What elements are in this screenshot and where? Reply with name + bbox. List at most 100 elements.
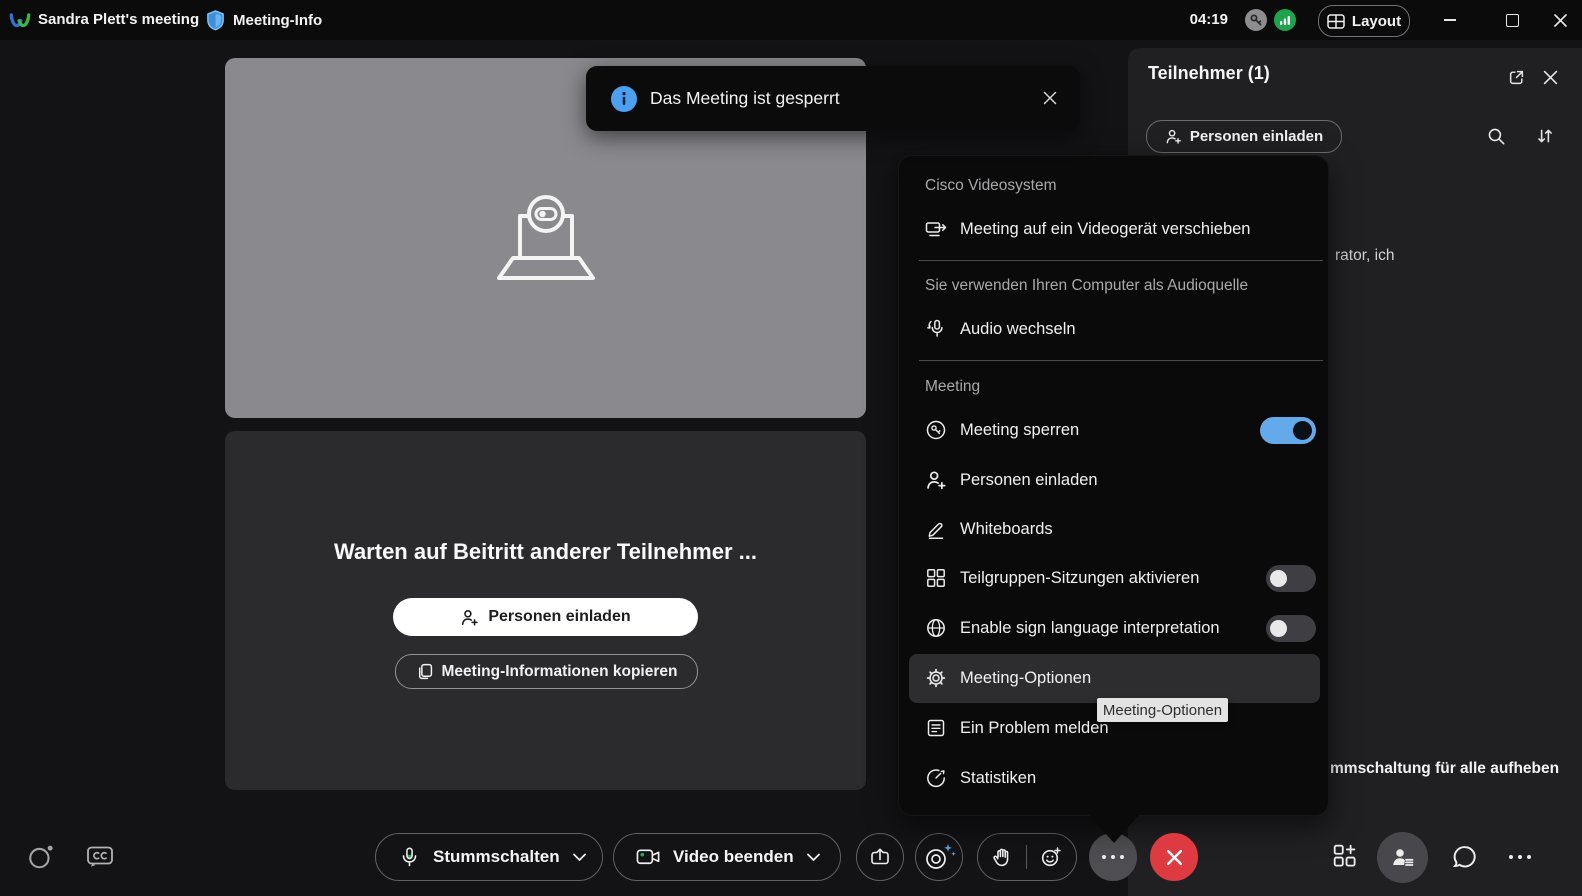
closed-captions-button[interactable] [84,841,116,873]
menu-item-label: Ein Problem melden [960,704,1109,753]
meeting-title: Sandra Plett's meeting [38,0,199,40]
maximize-button[interactable] [1490,0,1534,40]
menu-item-breakout-sessions[interactable]: Teilgruppen-Sitzungen aktivieren [909,554,1320,603]
menu-item-invite-people[interactable]: Personen einladen [909,456,1320,505]
raise-hand-icon[interactable] [992,847,1012,868]
menu-section-meeting: Meeting [925,378,980,396]
menu-item-label: Whiteboards [960,505,1053,554]
lock-key-icon [925,419,947,441]
minimize-button[interactable] [1428,0,1472,40]
panel-invite-button[interactable]: Personen einladen [1146,120,1342,153]
menu-item-label: Statistiken [960,754,1036,803]
copy-meeting-info-button[interactable]: Meeting-Informationen kopieren [395,654,698,689]
webex-assistant-button[interactable] [25,841,57,873]
layout-button[interactable]: Layout [1318,5,1410,37]
person-add-icon [925,469,947,491]
titlebar: Sandra Plett's meeting Meeting-Info 04:1… [0,0,1582,40]
shield-icon [206,10,225,31]
menu-item-label: Meeting sperren [960,406,1079,455]
chevron-down-icon [807,853,820,862]
menu-item-meeting-options[interactable]: Meeting-Optionen [909,654,1320,703]
invite-people-button[interactable]: Personen einladen [393,598,698,636]
invite-people-label: Personen einladen [488,608,630,626]
menu-item-statistics[interactable]: Statistiken [909,754,1320,803]
sign-language-toggle[interactable] [1266,615,1316,642]
participants-panel-title: Teilnehmer (1) [1148,63,1270,84]
close-icon [1543,70,1558,85]
menu-item-label: Teilgruppen-Sitzungen aktivieren [960,554,1199,603]
move-to-device-icon [925,218,947,240]
switch-audio-icon [925,318,947,340]
close-icon [1166,849,1183,866]
menu-pointer-arrow [1089,815,1139,843]
menu-divider [919,360,1323,361]
participants-icon [1390,845,1416,871]
layout-grid-icon [1327,14,1345,29]
more-dots-icon [1102,855,1124,859]
panel-search-button[interactable] [1485,125,1507,147]
share-screen-button[interactable] [856,833,904,881]
sort-arrows-icon [1536,127,1554,145]
share-screen-icon [869,847,891,867]
menu-item-lock-meeting[interactable]: Meeting sperren [909,406,1320,455]
panel-sort-button[interactable] [1534,125,1556,147]
reactions-button-group [977,833,1077,881]
copy-icon [416,663,433,680]
lock-meeting-toggle[interactable] [1260,417,1316,444]
participants-toggle-button[interactable] [1377,832,1428,883]
more-panels-button[interactable] [1504,841,1536,873]
chat-button[interactable] [1449,841,1481,873]
divider [1026,845,1027,869]
meeting-info-button[interactable]: Meeting-Info [206,0,322,40]
menu-item-label: Enable sign language interpretation [960,604,1220,653]
chat-bubble-icon [1451,843,1479,871]
participant-row-fragment: rator, ich [1335,247,1394,265]
sparkle-icon [944,844,952,852]
reactions-smiley-icon[interactable] [1040,846,1062,868]
sparkle-icon [951,852,956,857]
chevron-down-icon [573,853,586,862]
camera-icon [636,847,661,867]
menu-item-sign-language[interactable]: Enable sign language interpretation [909,604,1320,653]
mute-button-label: Stummschalten [433,847,560,867]
record-icon [922,843,956,873]
menu-item-whiteboards[interactable]: Whiteboards [909,505,1320,554]
mute-button[interactable]: Stummschalten [375,833,603,881]
info-icon [611,86,637,112]
panel-invite-label: Personen einladen [1190,128,1323,145]
meeting-locked-toast: Das Meeting ist gesperrt [586,66,1080,131]
breakout-sessions-toggle[interactable] [1266,565,1316,592]
menu-item-label: Meeting-Optionen [960,654,1091,703]
maximize-icon [1506,14,1519,27]
signal-bars-icon [1278,13,1292,27]
apps-grid-icon [1332,843,1360,871]
meeting-timer: 04:19 [1168,0,1228,40]
person-add-icon [460,608,479,627]
waiting-heading: Warten auf Beitritt anderer Teilnehmer .… [225,539,866,565]
assistant-icon [26,843,56,871]
meeting-locked-badge[interactable] [1245,9,1267,31]
panel-popout-button[interactable] [1505,66,1527,88]
menu-item-label: Personen einladen [960,456,1098,505]
panel-close-button[interactable] [1539,66,1561,88]
stop-video-button[interactable]: Video beenden [613,833,841,881]
apps-button[interactable] [1330,841,1362,873]
menu-item-move-to-device[interactable]: Meeting auf ein Videogerät verschieben [909,205,1320,254]
unmute-all-button-fragment[interactable]: mmschaltung für alle aufheben [1330,760,1580,778]
webex-meeting-window: Sandra Plett's meeting Meeting-Info 04:1… [0,0,1582,896]
menu-divider [919,260,1323,261]
search-icon [1487,127,1506,146]
minimize-icon [1444,19,1456,21]
pencil-icon [925,518,947,540]
leave-meeting-button[interactable] [1150,833,1198,881]
network-quality-badge[interactable] [1274,9,1296,31]
stop-video-button-label: Video beenden [673,847,794,867]
popout-icon [1508,69,1525,86]
menu-item-switch-audio[interactable]: Audio wechseln [909,305,1320,354]
record-button[interactable] [915,833,963,881]
menu-item-label: Audio wechseln [960,305,1076,354]
toast-close-button[interactable] [1038,86,1062,110]
meeting-options-tooltip: Meeting-Optionen [1097,698,1228,722]
close-window-button[interactable] [1538,0,1582,40]
copy-meeting-info-label: Meeting-Informationen kopieren [442,663,678,681]
